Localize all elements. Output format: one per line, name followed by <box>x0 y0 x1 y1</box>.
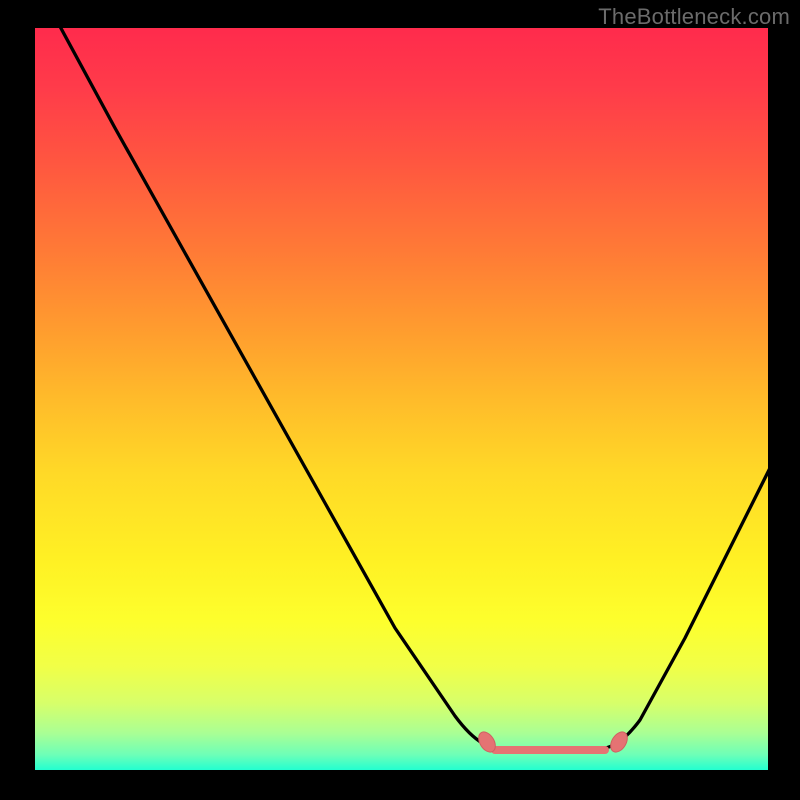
watermark-text: TheBottleneck.com <box>598 4 790 30</box>
curve-path <box>50 28 768 750</box>
chart-frame: TheBottleneck.com <box>0 0 800 800</box>
plot-area <box>35 28 768 770</box>
bottleneck-curve <box>35 28 768 770</box>
